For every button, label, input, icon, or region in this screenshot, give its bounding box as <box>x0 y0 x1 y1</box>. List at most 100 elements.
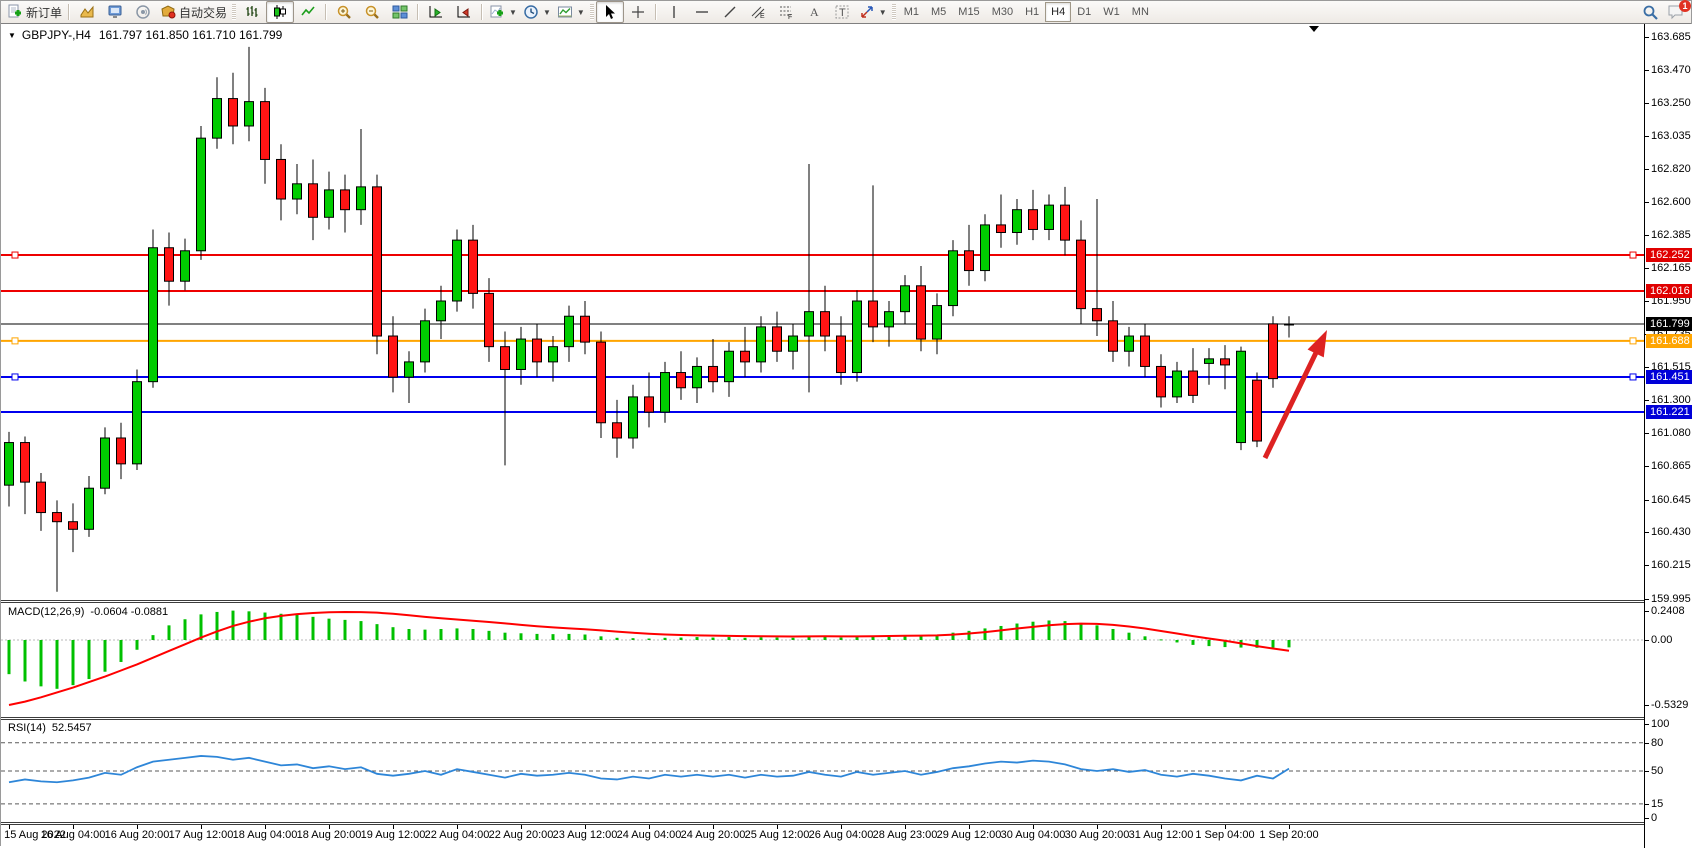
candle-down <box>773 327 782 351</box>
autotrading-button[interactable]: 自动交易 <box>157 1 230 23</box>
main-chart-pane[interactable] <box>1 24 1644 600</box>
candle-down <box>1093 309 1102 321</box>
candle-down <box>645 397 654 412</box>
axis-tick <box>1645 235 1649 236</box>
axis-tick <box>1645 202 1649 203</box>
cursor-button[interactable] <box>596 1 624 23</box>
zoom-in-button[interactable] <box>330 1 358 23</box>
candle-up <box>1013 210 1022 233</box>
vertical-line-icon <box>666 4 682 20</box>
symbol-line[interactable]: ▼ GBPJPY-,H4 161.797 161.850 161.710 161… <box>8 28 282 42</box>
text-button[interactable]: A <box>800 1 828 23</box>
dropdown-caret: ▼ <box>543 8 551 17</box>
tile-windows-button[interactable] <box>386 1 414 23</box>
line-chart-button[interactable] <box>294 1 322 23</box>
line-anchor-handle <box>12 252 18 258</box>
macd-histogram-bar <box>488 631 491 640</box>
bar-chart-icon <box>244 4 260 20</box>
candle-down <box>917 286 926 339</box>
macd-histogram-bar <box>776 638 779 640</box>
axis-tick <box>1645 804 1649 805</box>
bar-chart-button[interactable] <box>238 1 266 23</box>
candle-up <box>133 382 142 464</box>
timeframe-mn[interactable]: MN <box>1126 2 1155 22</box>
crosshair-button[interactable] <box>624 1 652 23</box>
candle-up <box>517 339 526 369</box>
timeframe-d1[interactable]: D1 <box>1071 2 1097 22</box>
templates-button[interactable]: ▼ <box>554 1 588 23</box>
search-icon[interactable] <box>1642 4 1659 21</box>
vertical-line-button[interactable] <box>660 1 688 23</box>
macd-histogram-bar <box>984 628 987 640</box>
candle-down <box>741 351 750 362</box>
candle-down <box>53 513 62 522</box>
macd-pane[interactable]: MACD(12,26,9) -0.0604 -0.0881 <box>1 603 1644 717</box>
signals-button[interactable] <box>129 1 157 23</box>
timeframe-h4[interactable]: H4 <box>1045 2 1071 22</box>
auto-scroll-button[interactable] <box>422 1 450 23</box>
candle-down <box>533 339 542 362</box>
navigator-button[interactable] <box>101 1 129 23</box>
macd-axis-zero: 0.00 <box>1651 634 1672 646</box>
candle-up <box>1125 336 1134 351</box>
candle-up <box>629 397 638 438</box>
chart-shift-button[interactable] <box>450 1 478 23</box>
macd-histogram-bar <box>1096 625 1099 640</box>
axis-tick <box>1645 743 1649 744</box>
macd-histogram-bar <box>504 633 507 640</box>
axis-tick <box>1645 466 1649 467</box>
arrows-button[interactable]: ▼ <box>856 1 890 23</box>
current-price-badge: 161.799 <box>1646 317 1692 331</box>
candle-up <box>197 138 206 251</box>
equidistant-channel-button[interactable]: E <box>744 1 772 23</box>
macd-histogram-bar <box>600 636 603 640</box>
timeframe-h1[interactable]: H1 <box>1019 2 1045 22</box>
periods-button[interactable]: ▼ <box>520 1 554 23</box>
time-axis-label: 31 Aug 12:00 <box>1129 829 1194 841</box>
indicators-button[interactable]: ▼ <box>486 1 520 23</box>
timeframe-m30[interactable]: M30 <box>986 2 1019 22</box>
indicators-icon <box>489 4 505 20</box>
candle-down <box>21 443 30 483</box>
fibonacci-button[interactable]: F <box>772 1 800 23</box>
svg-text:F: F <box>788 14 792 20</box>
timeframe-m1[interactable]: M1 <box>898 2 925 22</box>
macd-histogram-bar <box>536 634 539 640</box>
chart-collapse-icon[interactable]: ▼ <box>8 31 16 40</box>
trendline-button[interactable] <box>716 1 744 23</box>
price-axis-label: 162.385 <box>1651 229 1691 241</box>
rsi-pane[interactable]: RSI(14) 52.5457 <box>1 720 1644 822</box>
time-axis-label: 1 Sep 04:00 <box>1195 829 1254 841</box>
price-axis-label: 159.995 <box>1651 593 1691 605</box>
candle-up <box>1045 205 1054 229</box>
time-axis-label: 25 Aug 12:00 <box>745 829 810 841</box>
candle-down <box>597 342 606 423</box>
candle-up <box>437 301 446 321</box>
price-axis-label: 161.080 <box>1651 427 1691 439</box>
new-order-icon <box>7 4 23 20</box>
line-chart-icon <box>300 4 316 20</box>
timeframe-m15[interactable]: M15 <box>952 2 985 22</box>
notifications-button[interactable]: 1 <box>1667 4 1685 20</box>
periods-icon <box>523 4 539 20</box>
new-order-button[interactable]: 新订单 <box>4 1 65 23</box>
signals-icon <box>135 4 151 20</box>
macd-histogram-bar <box>648 639 651 640</box>
candle-down <box>165 248 174 281</box>
macd-histogram-bar <box>840 638 843 640</box>
time-axis[interactable]: 15 Aug 202216 Aug 04:0016 Aug 20:0017 Au… <box>1 825 1644 848</box>
zoom-out-button[interactable] <box>358 1 386 23</box>
timeframe-m5[interactable]: M5 <box>925 2 952 22</box>
horizontal-line-button[interactable] <box>688 1 716 23</box>
price-axis[interactable]: 163.685163.470163.250163.035162.820162.6… <box>1645 24 1692 848</box>
market-watch-button[interactable] <box>73 1 101 23</box>
separator <box>68 4 70 20</box>
axis-tick <box>1645 724 1649 725</box>
separator <box>655 4 657 20</box>
price-axis-label: 160.645 <box>1651 494 1691 506</box>
timeframe-w1[interactable]: W1 <box>1097 2 1126 22</box>
macd-histogram-bar <box>664 638 667 640</box>
candlestick-chart-button[interactable] <box>266 1 294 23</box>
candle-down <box>1269 324 1278 379</box>
text-label-button[interactable]: T <box>828 1 856 23</box>
